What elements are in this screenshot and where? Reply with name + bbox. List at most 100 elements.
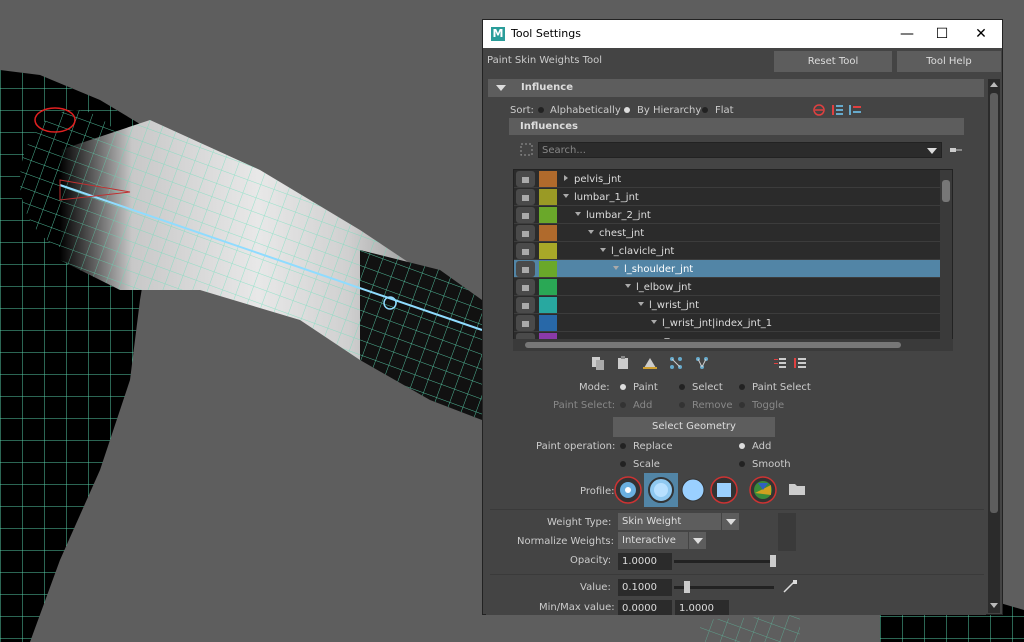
tree-row[interactable]: l_clavicle_jnt — [514, 242, 952, 260]
remove-influence-icon[interactable] — [811, 103, 827, 117]
tree-horizontal-scrollbar[interactable] — [513, 339, 953, 351]
pin-icon[interactable] — [948, 143, 964, 157]
sort-by-hierarchy-radio[interactable] — [624, 107, 630, 113]
weights-list-icon[interactable] — [829, 103, 845, 117]
paint-op-scale-radio[interactable] — [620, 461, 626, 467]
sort-flat-radio[interactable] — [702, 107, 708, 113]
lock-icon[interactable] — [516, 225, 535, 241]
opacity-slider-handle[interactable] — [770, 555, 776, 567]
paint-op-smooth-radio[interactable] — [739, 461, 745, 467]
scrollbar-thumb[interactable] — [525, 342, 901, 348]
eyedropper-icon[interactable] — [782, 579, 798, 593]
maximize-button[interactable]: ☐ — [923, 20, 961, 48]
expand-arrow-icon[interactable] — [564, 175, 568, 181]
tree-row[interactable]: pelvis_jnt — [514, 170, 952, 188]
collapse-arrow-icon[interactable] — [575, 212, 581, 216]
joint-color-swatch[interactable] — [539, 315, 557, 331]
mode-paint-select-radio[interactable] — [739, 384, 745, 390]
joint-color-swatch[interactable] — [539, 225, 557, 241]
search-field[interactable]: Search... — [538, 142, 942, 158]
copy-skin-weights-icon[interactable] — [694, 356, 710, 370]
collapse-list-icon[interactable] — [792, 356, 808, 370]
minimize-button[interactable]: — — [888, 20, 926, 48]
copy-weights-icon[interactable] — [590, 356, 606, 370]
mode-select-radio[interactable] — [679, 384, 685, 390]
joint-color-swatch[interactable] — [539, 279, 557, 295]
opacity-slider-track[interactable] — [674, 560, 774, 563]
reset-tool-button[interactable]: Reset Tool — [774, 51, 892, 72]
lock-icon[interactable] — [516, 279, 535, 295]
tree-row[interactable]: lumbar_2_jnt — [514, 206, 952, 224]
normalize-weights-combo[interactable]: Interactive — [618, 532, 706, 549]
scroll-up-icon[interactable] — [990, 82, 998, 87]
lock-icon[interactable] — [516, 189, 535, 205]
paint-op-add-radio[interactable] — [739, 443, 745, 449]
joint-color-swatch[interactable] — [539, 261, 557, 277]
tree-row[interactable]: l_elbow_jnt — [514, 278, 952, 296]
value-slider-handle[interactable] — [684, 581, 690, 593]
tree-row[interactable]: l_wrist_jnt|index_jnt_1 — [514, 314, 952, 332]
collapse-arrow-icon[interactable] — [638, 302, 644, 306]
minmax-label: Min/Max value: — [539, 602, 615, 613]
tree-row[interactable]: chest_jnt — [514, 224, 952, 242]
lock-icon[interactable] — [516, 171, 535, 187]
profile-gaussian-brush-icon[interactable] — [613, 475, 643, 505]
profile-solid-brush-icon[interactable] — [678, 475, 708, 505]
lock-icon[interactable] — [516, 261, 535, 277]
joint-color-swatch[interactable] — [539, 297, 557, 313]
collapse-arrow-icon[interactable] — [588, 230, 594, 234]
tree-vertical-scrollbar[interactable] — [940, 170, 952, 339]
folder-icon[interactable] — [788, 481, 806, 497]
sort-alphabetically-radio[interactable] — [538, 107, 544, 113]
lock-icon[interactable] — [516, 207, 535, 223]
joint-color-swatch[interactable] — [539, 243, 557, 259]
expand-list-icon[interactable] — [772, 356, 788, 370]
collapse-arrow-icon[interactable] — [625, 284, 631, 288]
opacity-field[interactable]: 1.0000 — [618, 553, 672, 570]
search-dropdown-icon[interactable] — [927, 148, 937, 154]
sort-by-hierarchy-label: By Hierarchy — [637, 105, 702, 116]
chevron-down-icon[interactable] — [688, 532, 706, 549]
flood-weights-icon[interactable] — [642, 356, 658, 370]
lock-icon[interactable] — [516, 315, 535, 331]
collapse-arrow-icon[interactable] — [600, 248, 606, 252]
collapse-arrow-icon[interactable] — [651, 320, 657, 324]
collapse-arrow-icon[interactable] — [613, 266, 619, 270]
weight-type-combo[interactable]: Skin Weight — [618, 513, 739, 530]
influence-tree[interactable]: pelvis_jnt lumbar_1_jnt lumbar_2_jnt che… — [513, 169, 953, 340]
selection-box-icon[interactable] — [519, 143, 535, 157]
tree-row[interactable]: l_wrist_jnt — [514, 296, 952, 314]
select-geometry-button[interactable]: Select Geometry — [613, 417, 775, 437]
collapse-triangle-icon[interactable] — [496, 85, 506, 91]
settings-vertical-scrollbar[interactable] — [988, 79, 1000, 613]
paste-weights-icon[interactable] — [616, 356, 632, 370]
profile-soft-brush-icon[interactable] — [646, 475, 676, 505]
mirror-weights-icon[interactable] — [668, 356, 684, 370]
influence-frame-header[interactable]: Influence — [488, 79, 984, 97]
tree-row[interactable]: lumbar_1_jnt — [514, 188, 952, 206]
search-placeholder: Search... — [542, 145, 586, 156]
lock-icon[interactable] — [516, 297, 535, 313]
paint-select-remove-radio — [679, 402, 685, 408]
min-value-field[interactable]: 0.0000 — [618, 600, 672, 615]
joint-color-swatch[interactable] — [539, 189, 557, 205]
tree-row-selected[interactable]: l_shoulder_jnt — [514, 260, 952, 278]
joint-color-swatch[interactable] — [539, 207, 557, 223]
mode-paint-radio[interactable] — [620, 384, 626, 390]
profile-square-brush-icon[interactable] — [709, 475, 739, 505]
profile-texture-brush-icon[interactable] — [748, 475, 778, 505]
title-bar[interactable]: M Tool Settings — ☐ ✕ — [483, 20, 1002, 48]
paint-op-replace-radio[interactable] — [620, 443, 626, 449]
tool-help-button[interactable]: Tool Help — [897, 51, 1001, 72]
value-field[interactable]: 0.1000 — [618, 579, 672, 596]
scrollbar-thumb[interactable] — [942, 180, 950, 202]
scrollbar-thumb[interactable] — [990, 93, 998, 513]
close-button[interactable]: ✕ — [962, 20, 1000, 48]
lock-icon[interactable] — [516, 243, 535, 259]
joint-color-swatch[interactable] — [539, 171, 557, 187]
hierarchy-list-icon[interactable] — [847, 103, 863, 117]
max-value-field[interactable]: 1.0000 — [675, 600, 729, 615]
scroll-down-icon[interactable] — [990, 603, 998, 608]
chevron-down-icon[interactable] — [721, 513, 739, 530]
collapse-arrow-icon[interactable] — [563, 194, 569, 198]
